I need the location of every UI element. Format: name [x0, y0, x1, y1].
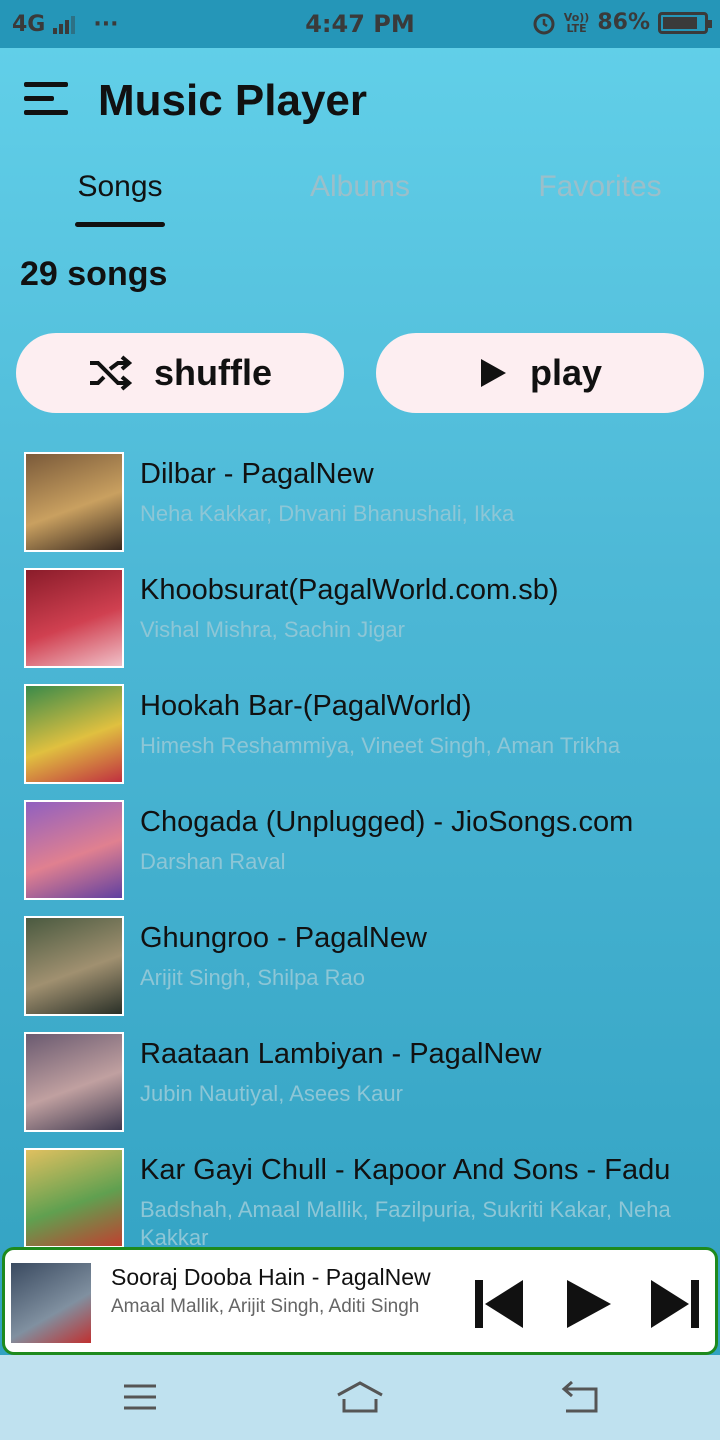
song-artist: Arijit Singh, Shilpa Rao [140, 965, 366, 990]
song-list-item[interactable]: Raataan Lambiyan - PagalNew Jubin Nautiya… [0, 1032, 720, 1148]
song-title: Raataan Lambiyan - PagalNew [140, 1038, 542, 1070]
shuffle-label: shuffle [153, 352, 272, 393]
mini-player[interactable]: Sooraj Dooba Hain - PagalNew Amaal Malli… [2, 1247, 718, 1355]
play-pause-button[interactable] [559, 1276, 619, 1332]
song-list-item[interactable]: Hookah Bar-(PagalWorld) Himesh Reshammiya… [0, 684, 720, 800]
now-playing-artist: Amaal Mallik, Arijit Singh, Aditi Singh [111, 1296, 420, 1317]
song-title: Chogada (Unplugged) - JioSongs.com [140, 806, 634, 838]
recent-apps-button[interactable] [110, 1377, 170, 1417]
song-title: Hookah Bar-(PagalWorld) [140, 690, 472, 722]
song-title: Dilbar - PagalNew [140, 458, 374, 490]
album-art-thumbnail [24, 452, 124, 552]
tab-songs[interactable]: Songs [0, 170, 240, 204]
status-bar: 4G ··· 4:47 PM Vo)) LTE 86% [0, 0, 720, 48]
app-title: Music Player [98, 76, 368, 125]
song-list-item[interactable]: Chogada (Unplugged) - JioSongs.com Darsha… [0, 800, 720, 916]
home-icon [337, 1381, 383, 1413]
battery-percent: 86% [597, 10, 650, 35]
volte-icon: Vo)) LTE [563, 10, 590, 35]
now-playing-album-art [11, 1263, 91, 1343]
back-icon [561, 1380, 598, 1413]
song-artist: Badshah, Amaal Mallik, Fazilpuria, Sukri… [140, 1197, 671, 1247]
song-artist: Darshan Raval [140, 849, 286, 874]
song-artist: Himesh Reshammiya, Vineet Singh, Aman Tr… [140, 733, 621, 758]
song-list[interactable]: Dilbar - PagalNew Neha Kakkar, Dhvani Bha… [0, 452, 720, 1247]
song-title: Kar Gayi Chull - Kapoor And Sons - Fadu [140, 1154, 671, 1186]
song-list-item[interactable]: Dilbar - PagalNew Neha Kakkar, Dhvani Bha… [0, 452, 720, 568]
app-bar: Music Player [0, 48, 720, 158]
battery-icon [658, 11, 712, 34]
song-list-item[interactable]: Ghungroo - PagalNew Arijit Singh, Shilpa … [0, 916, 720, 1032]
alarm-icon [533, 13, 555, 34]
song-artist: Neha Kakkar, Dhvani Bhanushali, Ikka [140, 501, 515, 526]
status-right: Vo)) LTE 86% [532, 10, 712, 35]
hamburger-menu-icon[interactable] [24, 82, 68, 116]
song-title: Ghungroo - PagalNew [140, 922, 427, 954]
album-art-thumbnail [24, 800, 124, 900]
play-all-button[interactable]: play [376, 333, 704, 413]
song-count: 29 songs [20, 255, 168, 293]
now-playing-title: Sooraj Dooba Hain - PagalNew [111, 1264, 431, 1290]
skip-next-icon [651, 1280, 699, 1328]
song-list-item[interactable]: Kar Gayi Chull - Kapoor And Sons - Fadu B… [0, 1148, 720, 1247]
album-art-thumbnail [24, 568, 124, 668]
album-art-thumbnail [24, 1032, 124, 1132]
recent-apps-icon [124, 1384, 156, 1410]
tab-bar: Songs Albums Favorites [0, 160, 720, 230]
skip-next-button[interactable] [647, 1276, 707, 1332]
shuffle-button[interactable]: shuffle [16, 333, 344, 413]
song-title: Khoobsurat(PagalWorld.com.sb) [140, 574, 559, 606]
tab-favorites[interactable]: Favorites [480, 170, 720, 204]
play-icon [567, 1280, 611, 1328]
song-list-item[interactable]: Khoobsurat(PagalWorld.com.sb) Vishal Mish… [0, 568, 720, 684]
album-art-thumbnail [24, 684, 124, 784]
play-label: play [529, 352, 603, 393]
home-button[interactable] [330, 1377, 390, 1417]
song-artist: Vishal Mishra, Sachin Jigar [140, 617, 405, 642]
skip-previous-button[interactable] [467, 1276, 527, 1332]
system-nav-bar [0, 1355, 720, 1440]
play-icon [480, 359, 506, 387]
album-art-thumbnail [24, 1148, 124, 1247]
tab-indicator [75, 222, 165, 227]
song-artist: Jubin Nautiyal, Asees Kaur [140, 1081, 403, 1106]
album-art-thumbnail [24, 916, 124, 1016]
back-button[interactable] [550, 1377, 610, 1417]
skip-previous-icon [475, 1280, 523, 1328]
shuffle-icon [89, 355, 132, 391]
tab-albums[interactable]: Albums [240, 170, 480, 204]
